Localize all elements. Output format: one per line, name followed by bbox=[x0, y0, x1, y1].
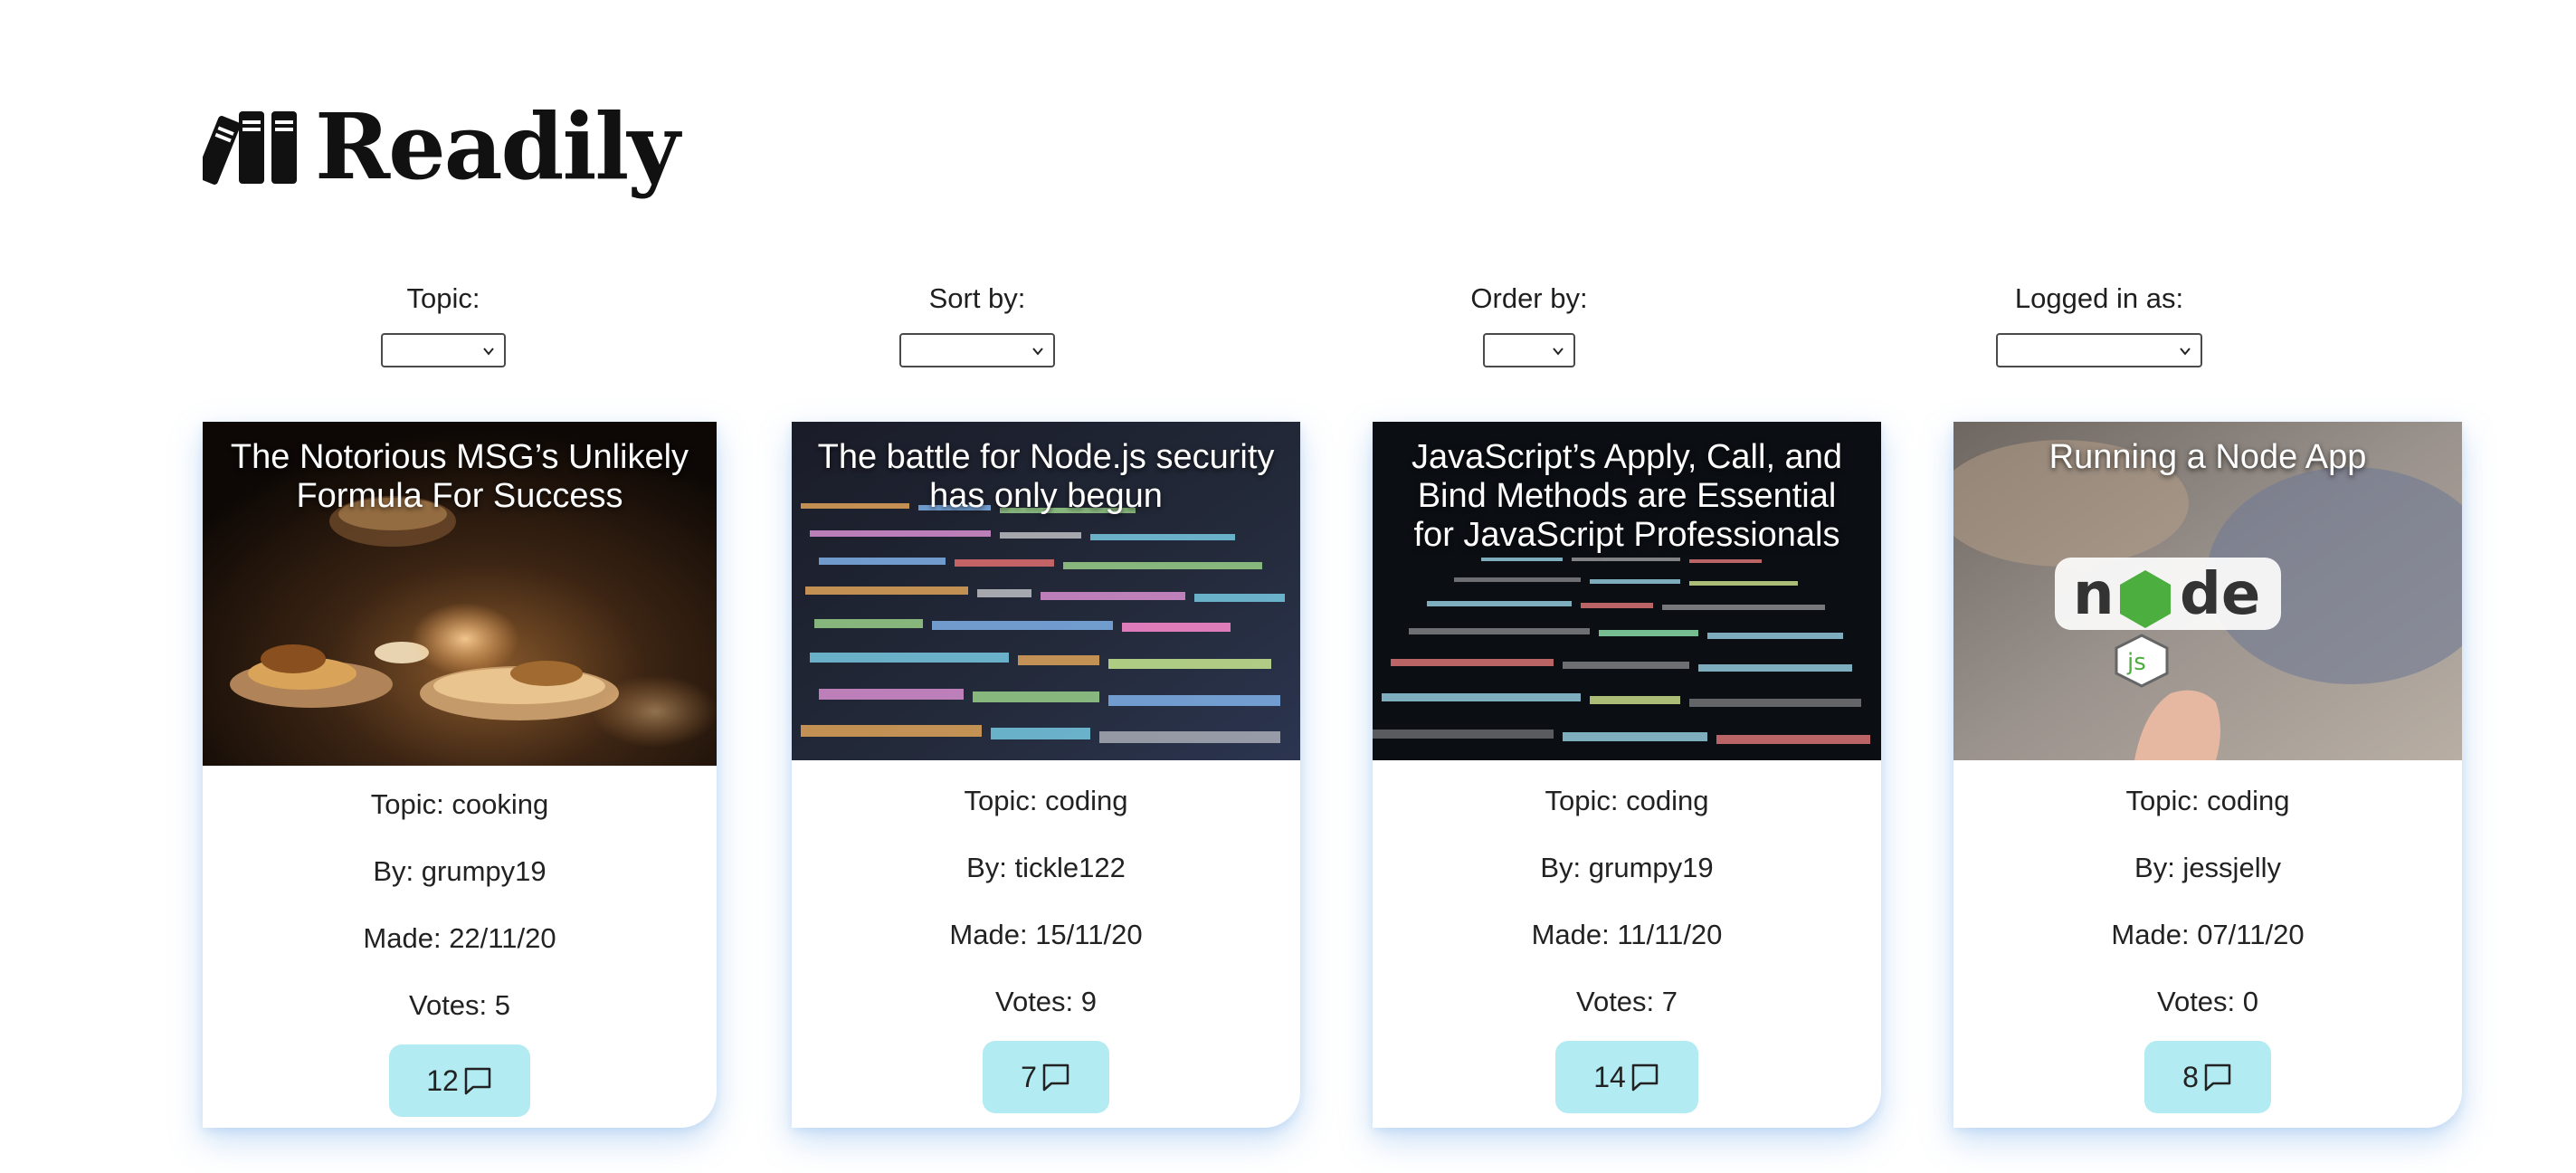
article-image[interactable]: JavaScript’s Apply, Call, and Bind Metho… bbox=[1373, 422, 1881, 760]
svg-text:de: de bbox=[2180, 561, 2260, 628]
sort-by-select[interactable] bbox=[899, 333, 1055, 367]
article-author: By: tickle122 bbox=[966, 852, 1126, 883]
chevron-down-icon bbox=[1032, 348, 1043, 356]
article-title[interactable]: JavaScript’s Apply, Call, and Bind Metho… bbox=[1394, 438, 1859, 555]
article-card[interactable]: The Notorious MSG’s Unlikely Formula For… bbox=[203, 422, 717, 1128]
svg-text:js: js bbox=[2126, 649, 2146, 676]
article-votes: Votes: 0 bbox=[2156, 986, 2259, 1017]
svg-text:n: n bbox=[2073, 561, 2115, 628]
article-author: By: jessjelly bbox=[2134, 852, 2281, 883]
comments-button[interactable]: 14 bbox=[1555, 1041, 1698, 1113]
comment-icon bbox=[1042, 1063, 1069, 1092]
article-date: Made: 15/11/20 bbox=[949, 919, 1143, 950]
comment-icon bbox=[464, 1067, 491, 1095]
article-card[interactable]: n de js Running a Node App Topic: coding… bbox=[1953, 422, 2462, 1128]
article-image[interactable]: The Notorious MSG’s Unlikely Formula For… bbox=[203, 422, 717, 766]
chevron-down-icon bbox=[483, 348, 494, 356]
article-date: Made: 22/11/20 bbox=[363, 922, 556, 954]
sort-by-filter: Sort by: bbox=[878, 282, 1077, 367]
article-votes: Votes: 7 bbox=[1575, 986, 1678, 1017]
article-title[interactable]: Running a Node App bbox=[1975, 438, 2440, 477]
article-card[interactable]: JavaScript’s Apply, Call, and Bind Metho… bbox=[1373, 422, 1881, 1128]
comment-count: 12 bbox=[426, 1063, 459, 1097]
logged-in-filter: Logged in as: bbox=[1982, 282, 2217, 367]
topic-filter: Topic: bbox=[344, 282, 543, 367]
article-topic: Topic: coding bbox=[2125, 785, 2290, 816]
order-by-select[interactable] bbox=[1483, 333, 1575, 367]
app-logo[interactable]: Readily bbox=[203, 92, 680, 201]
logged-in-select[interactable] bbox=[1996, 333, 2202, 367]
article-votes: Votes: 9 bbox=[994, 986, 1098, 1017]
comment-count: 8 bbox=[2182, 1060, 2199, 1093]
article-image[interactable]: The battle for Node.js security has only… bbox=[792, 422, 1300, 760]
chevron-down-icon bbox=[2180, 348, 2191, 356]
topic-select[interactable] bbox=[381, 333, 506, 367]
article-title[interactable]: The battle for Node.js security has only… bbox=[813, 438, 1278, 516]
books-icon bbox=[203, 111, 297, 185]
chevron-down-icon bbox=[1553, 348, 1564, 356]
article-topic: Topic: cooking bbox=[370, 788, 549, 820]
article-title[interactable]: The Notorious MSG’s Unlikely Formula For… bbox=[224, 438, 695, 516]
comments-button[interactable]: 7 bbox=[983, 1041, 1109, 1113]
comments-button[interactable]: 8 bbox=[2144, 1041, 2271, 1113]
article-topic: Topic: coding bbox=[964, 785, 1128, 816]
logged-in-filter-label: Logged in as: bbox=[2014, 282, 2184, 314]
comment-icon bbox=[1631, 1063, 1659, 1092]
article-author: By: grumpy19 bbox=[373, 855, 547, 887]
article-author: By: grumpy19 bbox=[1540, 852, 1714, 883]
article-date: Made: 07/11/20 bbox=[2111, 919, 2305, 950]
comment-count: 7 bbox=[1021, 1060, 1037, 1093]
comment-count: 14 bbox=[1593, 1060, 1626, 1093]
order-by-filter-label: Order by: bbox=[1470, 282, 1588, 314]
article-date: Made: 11/11/20 bbox=[1531, 919, 1723, 950]
article-votes: Votes: 5 bbox=[408, 989, 511, 1021]
order-by-filter: Order by: bbox=[1430, 282, 1629, 367]
article-image[interactable]: n de js Running a Node App bbox=[1953, 422, 2462, 760]
app-name: Readily bbox=[315, 93, 680, 200]
article-card[interactable]: The battle for Node.js security has only… bbox=[792, 422, 1300, 1128]
topic-filter-label: Topic: bbox=[406, 282, 480, 314]
article-topic: Topic: coding bbox=[1545, 785, 1709, 816]
comments-button[interactable]: 12 bbox=[389, 1044, 530, 1117]
comment-icon bbox=[2204, 1063, 2231, 1092]
sort-by-filter-label: Sort by: bbox=[928, 282, 1026, 314]
